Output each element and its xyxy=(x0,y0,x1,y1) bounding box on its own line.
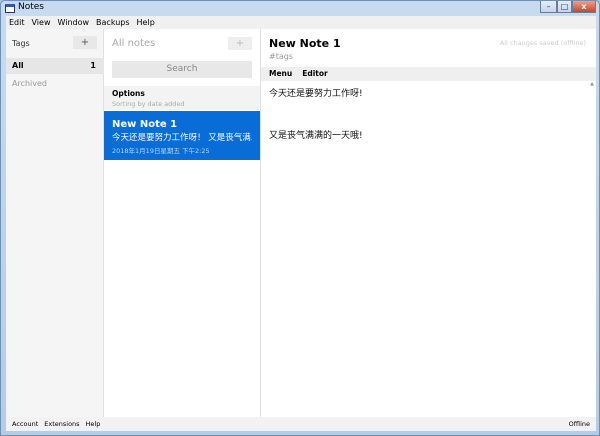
app-icon xyxy=(5,4,15,13)
footer-extensions[interactable]: Extensions xyxy=(44,417,79,431)
save-status: All changes saved (offline) xyxy=(499,39,586,47)
menu-backups[interactable]: Backups xyxy=(96,16,130,29)
search-input[interactable]: Search xyxy=(112,61,252,78)
footer-account[interactable]: Account xyxy=(12,417,38,431)
note-title-input[interactable]: New Note 1 xyxy=(269,37,341,50)
app-window: Notes – □ x Edit View Window Backups Hel… xyxy=(0,0,600,436)
scrollbar[interactable]: ▲ xyxy=(588,81,596,417)
note-date: 2018年1月19日星期五 下午2:25 xyxy=(112,147,210,155)
sort-label: Sorting by date added xyxy=(112,100,185,108)
tags-input[interactable]: #tags xyxy=(269,52,293,61)
body-line: 又是丧气满满的一天哦! xyxy=(269,131,363,141)
tab-editor[interactable]: Editor xyxy=(302,67,328,81)
tag-item-all[interactable]: All 1 xyxy=(6,58,104,74)
body-line xyxy=(269,115,363,129)
tag-item-archived[interactable]: Archived xyxy=(12,79,47,88)
options-label: Options xyxy=(112,89,145,98)
body-line: 今天还是要努力工作呀! xyxy=(269,89,363,99)
notes-list-panel: All notes + Search Options Sorting by da… xyxy=(104,29,261,417)
notes-list-title: All notes xyxy=(112,38,156,49)
tag-count: 1 xyxy=(90,61,96,70)
options-bar[interactable]: Options Sorting by date added xyxy=(104,86,260,110)
maximize-button[interactable]: □ xyxy=(557,1,572,13)
tab-menu[interactable]: Menu xyxy=(269,67,292,81)
note-preview: 今天还是要努力工作呀！ 又是丧气满... xyxy=(112,133,252,143)
editor-toolbar: Menu Editor xyxy=(261,67,596,81)
window-title: Notes xyxy=(18,2,44,12)
close-button[interactable]: x xyxy=(572,1,596,13)
tag-label: All xyxy=(12,61,24,70)
minimize-button[interactable]: – xyxy=(540,1,557,13)
note-body[interactable]: 今天还是要努力工作呀! 又是丧气满满的一天哦! xyxy=(269,87,363,143)
tags-header: Tags xyxy=(12,39,30,48)
offline-status: Offline xyxy=(568,420,590,428)
note-title: New Note 1 xyxy=(112,119,178,130)
tags-panel: Tags + All 1 Archived xyxy=(6,29,104,417)
footer: Account Extensions Help Offline xyxy=(6,417,596,431)
menu-view[interactable]: View xyxy=(32,16,51,29)
list-item[interactable]: New Note 1 今天还是要努力工作呀！ 又是丧气满... 2018年1月1… xyxy=(104,111,260,160)
title-bar: Notes – □ x xyxy=(1,1,599,16)
editor-panel: New Note 1 All changes saved (offline) #… xyxy=(261,29,596,417)
menu-bar: Edit View Window Backups Help xyxy=(6,16,596,29)
footer-help[interactable]: Help xyxy=(86,417,101,431)
menu-edit[interactable]: Edit xyxy=(9,16,25,29)
menu-window[interactable]: Window xyxy=(57,16,89,29)
menu-help[interactable]: Help xyxy=(137,16,155,29)
add-note-button[interactable]: + xyxy=(228,37,252,50)
add-tag-button[interactable]: + xyxy=(73,36,97,49)
